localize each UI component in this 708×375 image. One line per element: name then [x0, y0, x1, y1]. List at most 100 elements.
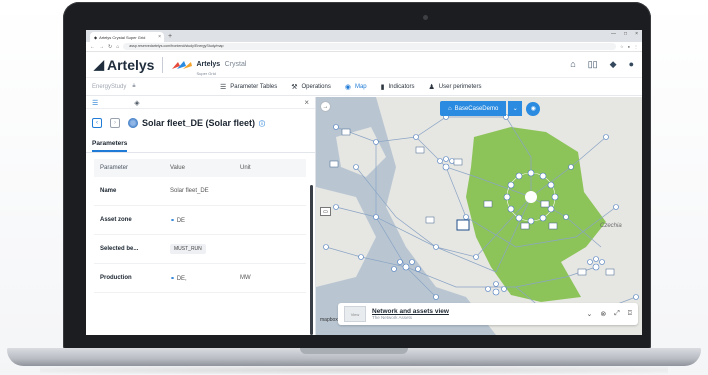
app-nav: EnergyStudy 🔒︎ ☰ Parameter Tables ⚒ Oper… [86, 78, 642, 96]
param-name: Name [100, 188, 117, 194]
reload-icon[interactable]: ↻ [108, 44, 112, 50]
artelys-mark-icon: ◢ [94, 56, 104, 72]
screen: ◆ Artelys Crystal Super Grid × + — □ × ←… [86, 30, 642, 335]
url-field[interactable]: assp.reservedartelys.com/frontend/study/… [123, 43, 616, 50]
browser-tabbar: ◆ Artelys Crystal Super Grid × + — □ × [86, 30, 642, 42]
forward-icon[interactable]: → [99, 44, 104, 50]
eye-icon[interactable]: ◉ [526, 101, 541, 116]
book-icon[interactable]: ▯▯ [588, 59, 598, 70]
nav-label: Map [354, 83, 367, 90]
next-asset-button[interactable]: › [110, 118, 120, 128]
parameters-table: Parameter Value Unit Name Solar fleet_DE… [94, 159, 306, 293]
camera [423, 15, 428, 20]
address-bar: ← → ↻ ⌂ assp.reservedartelys.com/fronten… [86, 42, 642, 52]
laptop-notch [300, 348, 408, 354]
panel-tabs: Parameters [86, 137, 315, 153]
nav-label: User perimeters [438, 83, 482, 90]
back-icon[interactable]: ← [90, 44, 95, 50]
wrench-icon: ⚒ [291, 83, 298, 91]
study-selector[interactable]: EnergyStudy 🔒︎ [92, 83, 220, 90]
case-button[interactable]: ⌂ BaseCaseDemo [440, 101, 507, 116]
param-value: Solar fleet_DE [170, 188, 209, 194]
param-unit: MW [240, 275, 251, 281]
case-name: BaseCaseDemo [454, 105, 499, 112]
list-icon[interactable]: ☰ [92, 99, 98, 107]
column-header: Unit [240, 165, 251, 171]
house-icon[interactable]: ⌂ [570, 59, 575, 70]
param-value[interactable]: DE, [177, 276, 187, 282]
bar-chart-icon: ▮ [380, 83, 385, 91]
view-subtitle: The Network Assets [372, 315, 413, 320]
asset-panel: ☰ ◈ × ‹ › Solar fleet_DE (Solar fleet) ⓘ… [86, 97, 316, 335]
menu-dots-icon[interactable]: ⋮ [634, 44, 638, 49]
map-canvas [316, 97, 642, 335]
close-tab-icon[interactable]: × [158, 34, 161, 40]
main-area: ☰ ◈ × ‹ › Solar fleet_DE (Solar fleet) ⓘ… [86, 97, 642, 335]
crystal-sub: Super Grid [196, 71, 216, 76]
collapse-panel-button[interactable]: → [320, 101, 331, 112]
study-name: EnergyStudy [92, 83, 127, 90]
nav-user-perimeters[interactable]: ♟ User perimeters [429, 83, 482, 91]
nav-parameter-tables[interactable]: ☰ Parameter Tables [220, 83, 277, 91]
tab-parameters[interactable]: Parameters [92, 140, 128, 152]
prev-asset-button[interactable]: ‹ [92, 118, 102, 128]
nav-indicators[interactable]: ▮ Indicators [381, 83, 415, 91]
minimize-icon[interactable]: — [611, 31, 616, 37]
country-label: Czechia [600, 223, 622, 229]
profile-icon[interactable]: ● [628, 44, 630, 49]
laptop-shadow [40, 366, 668, 374]
fullscreen-icon[interactable]: ⤢ [614, 310, 620, 318]
view-title[interactable]: Network and assets view [372, 308, 449, 315]
panel-scrollbar[interactable] [310, 185, 313, 335]
table-row[interactable]: Production ⚭ DE, MW [94, 264, 306, 293]
param-name: Production [100, 275, 132, 281]
user-icon: ♟ [428, 83, 435, 91]
home-icon[interactable]: ⌂ [116, 44, 119, 50]
nav-map[interactable]: ◉ Map [345, 83, 367, 91]
camera-icon[interactable]: ⌼ [628, 310, 632, 318]
close-icon[interactable]: × [304, 98, 309, 107]
new-tab-button[interactable]: + [168, 32, 172, 42]
table-icon: ☰ [220, 83, 227, 91]
param-value-tag: MUST_RUN [170, 244, 206, 254]
param-value[interactable]: DE [177, 218, 185, 224]
extension-icon[interactable]: ☆ [620, 44, 624, 49]
info-icon[interactable]: ⓘ [259, 119, 265, 128]
case-selector: ⌂ BaseCaseDemo ⌄ ◉ [440, 101, 541, 116]
table-row[interactable]: Selected be... MUST_RUN [94, 235, 306, 264]
maximize-icon[interactable]: □ [624, 31, 627, 37]
nav-label: Indicators [388, 83, 415, 90]
artelys-logo[interactable]: ◢ Artelys [94, 57, 154, 73]
column-header: Value [170, 165, 185, 171]
network-map[interactable]: → ▭ ⌂ BaseCaseDemo ⌄ ◉ Czechia View Netw… [316, 97, 642, 335]
asset-title: Solar fleet_DE (Solar fleet) [142, 118, 256, 128]
link-icon: ⚭ [170, 217, 176, 224]
case-dropdown[interactable]: ⌄ [508, 101, 523, 116]
solar-icon [128, 118, 138, 128]
bell-icon[interactable]: ◆ [610, 59, 617, 70]
param-name: Selected be... [100, 246, 139, 252]
asset-header: ‹ › Solar fleet_DE (Solar fleet) ⓘ [86, 109, 315, 137]
table-row[interactable]: Name Solar fleet_DE [94, 177, 306, 206]
home-icon: ⌂ [448, 105, 452, 112]
map-layer-button[interactable]: ▭ [320, 207, 331, 216]
view-thumbnail[interactable]: View [344, 306, 366, 322]
crystal-suffix: Crystal [224, 61, 247, 68]
nav-operations[interactable]: ⚒ Operations [291, 83, 331, 91]
header-divider [162, 56, 164, 73]
nav-label: Operations [301, 83, 331, 90]
layers-icon[interactable]: ◈ [134, 99, 139, 107]
mapbox-attribution: mapbox [320, 317, 338, 323]
clear-icon[interactable]: ⊗ [600, 310, 606, 318]
brand-name: Artelys [107, 56, 155, 73]
account-icon[interactable]: ● [629, 59, 634, 70]
crystal-brand: Artelys [196, 61, 221, 68]
chevron-down-icon[interactable]: ⌄ [586, 310, 592, 318]
panel-toolbar: ☰ ◈ × [86, 97, 315, 109]
globe-icon: ◉ [344, 83, 351, 91]
table-row[interactable]: Asset zone ⚭ DE [94, 206, 306, 235]
browser-tab[interactable]: ◆ Artelys Crystal Super Grid × [90, 32, 164, 42]
favicon-icon: ◆ [94, 34, 98, 40]
app-header: ◢ Artelys Artelys Crystal Super Grid ⌂ ▯… [86, 52, 642, 78]
window-close-icon[interactable]: × [635, 31, 638, 37]
